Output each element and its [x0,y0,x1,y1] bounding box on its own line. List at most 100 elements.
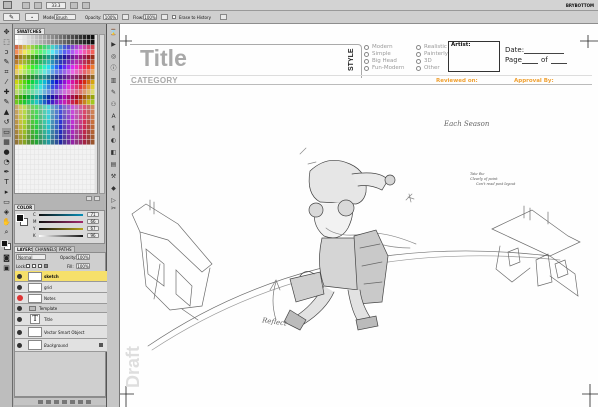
swatch-chip[interactable] [91,145,95,150]
swatch-chip[interactable] [47,165,51,170]
swatch-chip[interactable] [51,140,55,145]
swatch-chip[interactable] [43,180,47,185]
swatch-chip[interactable] [55,55,59,60]
black-slider[interactable] [39,235,83,237]
swatch-chip[interactable] [31,90,35,95]
swatch-chip[interactable] [91,60,95,65]
swatch-chip[interactable] [67,85,71,90]
swatch-chip[interactable] [71,110,75,115]
swatch-chip[interactable] [55,85,59,90]
swatch-chip[interactable] [43,135,47,140]
swatch-chip[interactable] [79,160,83,165]
swatch-chip[interactable] [87,80,91,85]
swatch-chip[interactable] [67,45,71,50]
swatch-chip[interactable] [23,145,27,150]
swatch-chip[interactable] [71,165,75,170]
swatch-chip[interactable] [59,40,63,45]
swatch-chip[interactable] [19,100,23,105]
swatch-chip[interactable] [75,140,79,145]
swatch-chip[interactable] [27,60,31,65]
swatch-chip[interactable] [27,190,31,194]
swatch-chip[interactable] [31,135,35,140]
swatch-chip[interactable] [83,145,87,150]
swatch-chip[interactable] [51,165,55,170]
swatch-chip[interactable] [15,90,19,95]
swatch-chip[interactable] [71,125,75,130]
swatch-chip[interactable] [43,70,47,75]
swatch-chip[interactable] [71,180,75,185]
swatch-chip[interactable] [87,55,91,60]
airbrush-icon[interactable] [161,14,168,20]
swatch-chip[interactable] [79,180,83,185]
swatch-chip[interactable] [63,150,67,155]
swatch-chip[interactable] [67,50,71,55]
swatch-chip[interactable] [31,40,35,45]
layer-opacity-input[interactable]: 100% [76,254,90,260]
swatch-chip[interactable] [19,75,23,80]
swatch-chip[interactable] [39,55,43,60]
swatch-chip[interactable] [91,80,95,85]
swatch-chip[interactable] [35,150,39,155]
swatch-chip[interactable] [35,75,39,80]
swatch-chip[interactable] [19,120,23,125]
swatch-chip[interactable] [83,120,87,125]
swatch-chip[interactable] [47,140,51,145]
swatch-chip[interactable] [55,175,59,180]
flow-input[interactable]: 100% [143,14,157,20]
swatch-chip[interactable] [91,90,95,95]
swatch-chip[interactable] [79,35,83,40]
swatch-chip[interactable] [59,145,63,150]
swatch-chip[interactable] [79,105,83,110]
swatch-chip[interactable] [51,170,55,175]
color-panel-foreground-swatch[interactable] [16,214,24,222]
swatch-chip[interactable] [71,85,75,90]
swatch-chip[interactable] [39,60,43,65]
swatch-chip[interactable] [27,100,31,105]
swatch-chip[interactable] [39,40,43,45]
swatch-chip[interactable] [31,180,35,185]
swatch-chip[interactable] [15,150,19,155]
swatch-chip[interactable] [59,110,63,115]
swatch-chip[interactable] [23,85,27,90]
swatch-chip[interactable] [39,50,43,55]
swatch-chip[interactable] [71,135,75,140]
swatch-chip[interactable] [55,185,59,190]
swatch-chip[interactable] [67,190,71,194]
blend-mode-select[interactable]: Normal [16,254,46,260]
swatch-chip[interactable] [47,80,51,85]
dodge-tool-icon[interactable]: ◔ [2,158,11,167]
swatch-chip[interactable] [23,105,27,110]
swatch-chip[interactable] [31,85,35,90]
swatch-chip[interactable] [35,140,39,145]
swatch-chip[interactable] [67,95,71,100]
swatch-chip[interactable] [15,175,19,180]
swatch-chip[interactable] [27,85,31,90]
layer-row-notes[interactable]: Notes [15,293,107,304]
swatch-chip[interactable] [79,45,83,50]
swatch-chip[interactable] [31,55,35,60]
mode-select[interactable]: Brush [54,14,76,20]
swatch-chip[interactable] [43,55,47,60]
clone-source-panel-icon[interactable]: ⚇ [109,100,118,109]
swatch-chip[interactable] [79,40,83,45]
swatch-chip[interactable] [51,130,55,135]
swatch-chip[interactable] [23,120,27,125]
swatch-chip[interactable] [51,110,55,115]
swatch-chip[interactable] [19,105,23,110]
swatch-chip[interactable] [87,120,91,125]
swatch-chip[interactable] [87,75,91,80]
swatch-chip[interactable] [51,45,55,50]
swatch-chip[interactable] [59,185,63,190]
swatch-chip[interactable] [59,180,63,185]
swatch-chip[interactable] [47,155,51,160]
lock-all-icon[interactable] [44,264,48,268]
swatch-chip[interactable] [31,45,35,50]
swatch-chip[interactable] [43,115,47,120]
swatch-chip[interactable] [47,40,51,45]
swatch-chip[interactable] [51,60,55,65]
swatch-chip[interactable] [19,165,23,170]
swatch-chip[interactable] [31,175,35,180]
swatch-chip[interactable] [47,190,51,194]
swatch-chip[interactable] [63,105,67,110]
swatch-chip[interactable] [23,165,27,170]
